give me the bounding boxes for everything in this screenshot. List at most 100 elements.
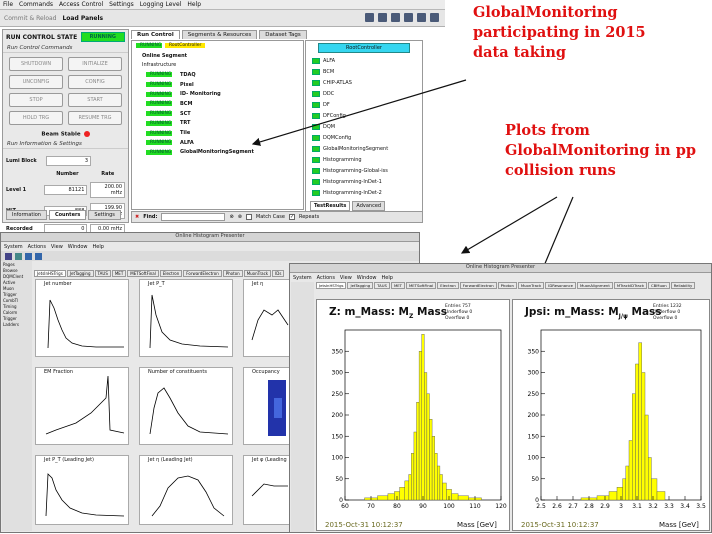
y-tick-label: 300 bbox=[528, 370, 540, 377]
ohp1-tab[interactable]: Photon bbox=[222, 270, 243, 277]
histogram-bar bbox=[431, 436, 435, 501]
plot-curve bbox=[149, 294, 229, 349]
ohp2-tab[interactable]: ForwardElectron bbox=[459, 282, 497, 289]
x-tick-label: 60 bbox=[341, 503, 349, 510]
ohp1-tab[interactable]: MuonTrack bbox=[243, 270, 272, 277]
plot-title: Jet η (Leading Jet) bbox=[148, 457, 193, 463]
ohp2-menu-help[interactable]: Help bbox=[382, 275, 393, 281]
plot-jet-pt-leading[interactable]: Jet P_T (Leading Jet) bbox=[35, 455, 129, 525]
ohp2-tab[interactable]: TAUS bbox=[374, 282, 390, 289]
x-tick-label: 3 bbox=[619, 503, 623, 510]
y-tick-label: 350 bbox=[332, 348, 344, 355]
ohp1-tab[interactable]: JetTagging bbox=[66, 270, 94, 277]
x-tick-label: 3.1 bbox=[632, 503, 642, 510]
ohp2-tabs: JetsInHSTrigs JetTagging TAUS MET METSoftFin… bbox=[316, 282, 706, 289]
ohp2-tab[interactable]: Electron bbox=[437, 282, 459, 289]
plot-curve bbox=[151, 475, 225, 517]
plot-title: Jpsi: m_Mass: MJ/ψ Mass bbox=[525, 306, 662, 320]
histogram-bar bbox=[631, 393, 636, 501]
histogram-bar bbox=[656, 491, 666, 501]
ohp2-tab[interactable]: JetsInHSTrigs bbox=[316, 282, 347, 289]
ohp2-tab[interactable]: MuonAlignment bbox=[576, 282, 613, 289]
plot-jpsi-mass[interactable]: Jpsi: m_Mass: MJ/ψ Mass Entries 1232 Unde… bbox=[512, 299, 710, 531]
plot-z-mass[interactable]: Z: m_Mass: MZ Mass Entries 757 Underflow … bbox=[316, 299, 510, 531]
ohp2-tab[interactable]: MuonTrack bbox=[517, 282, 545, 289]
plot-title: Jet P_T (Leading Jet) bbox=[44, 457, 95, 463]
plot-jet-pt[interactable]: Jet P_T bbox=[139, 279, 233, 357]
side-item[interactable]: Ladders bbox=[3, 322, 31, 328]
plot-frame bbox=[540, 329, 702, 501]
histogram-bar bbox=[434, 453, 438, 501]
plot-heatmap bbox=[268, 380, 286, 436]
arrow-to-segment bbox=[251, 79, 467, 146]
plot-number-of-constituents[interactable]: Number of constituents bbox=[139, 367, 233, 445]
ohp2-tab[interactable]: MTrackIDTrack bbox=[613, 282, 648, 289]
plot-title-main: Jpsi: m_Mass: M bbox=[525, 306, 619, 318]
y-tick-label: 250 bbox=[332, 391, 344, 398]
ohp2-menu-system[interactable]: System bbox=[293, 275, 312, 281]
histogram-bar bbox=[442, 482, 447, 501]
ohp1-tab[interactable]: TAUS bbox=[94, 270, 111, 277]
ohp2-tab[interactable]: IDResonance bbox=[545, 282, 576, 289]
plot-title: EM Fraction bbox=[44, 369, 74, 375]
histogram-bar bbox=[418, 351, 422, 501]
x-tick-label: 2.8 bbox=[584, 503, 594, 510]
ohp2-tab[interactable]: JetTagging bbox=[347, 282, 374, 289]
plot-title-suffix: Mass bbox=[417, 306, 448, 318]
ohp2-menu-actions[interactable]: Actions bbox=[317, 275, 335, 281]
ohp1-tool-icon[interactable] bbox=[15, 252, 22, 260]
ohp1-tab[interactable]: MET bbox=[111, 270, 127, 277]
x-tick-label: 3.2 bbox=[648, 503, 658, 510]
ohp1-menu-window[interactable]: Window bbox=[68, 244, 88, 250]
histogram-bar bbox=[426, 393, 430, 501]
ohp1-tab[interactable]: Electron bbox=[159, 270, 183, 277]
z-histogram: 60 70 80 90 100 110 120 0 50 100 150 200 250 300 350 bbox=[332, 329, 507, 510]
x-tick-label: 90 bbox=[419, 503, 427, 510]
ohp2-tab[interactable]: Reliability bbox=[670, 282, 696, 289]
ohp2-tab[interactable]: Photon bbox=[497, 282, 517, 289]
y-tick-label: 300 bbox=[332, 370, 344, 377]
ohp2-tab[interactable]: MET bbox=[390, 282, 405, 289]
ohp1-menu-help[interactable]: Help bbox=[93, 244, 104, 250]
plot-curve bbox=[47, 299, 124, 349]
histogram-bar bbox=[404, 480, 409, 501]
ohp1-tab[interactable]: JetsInHSTrigs bbox=[34, 270, 66, 277]
ohp1-tab[interactable]: METSoftFinal bbox=[127, 270, 159, 277]
ohp1-tool-icon[interactable] bbox=[5, 252, 12, 260]
histogram-bar bbox=[399, 487, 405, 501]
ohp1-tool-icon[interactable] bbox=[25, 252, 32, 260]
ohp2-menu-view[interactable]: View bbox=[340, 275, 352, 281]
x-tick-label: 70 bbox=[367, 503, 375, 510]
plot-jet-number[interactable]: Jet number bbox=[35, 279, 129, 357]
ohp2-menu-window[interactable]: Window bbox=[357, 275, 377, 281]
plot-occupancy[interactable]: Occupancy bbox=[243, 367, 293, 445]
plot-curve bbox=[45, 473, 125, 517]
ohp2-tab[interactable]: CBMuon bbox=[648, 282, 670, 289]
plot-jet-phi-leading[interactable]: Jet φ (Leading bbox=[243, 455, 293, 525]
histogram-bar bbox=[647, 457, 652, 501]
stat-overflow: Overflow 0 bbox=[653, 316, 678, 321]
ohp1-menu-view[interactable]: View bbox=[51, 244, 63, 250]
y-tick-label: 0 bbox=[339, 497, 343, 504]
histogram-bar bbox=[457, 495, 469, 501]
histogram-bar bbox=[644, 414, 649, 501]
y-tick-label: 50 bbox=[335, 476, 343, 483]
ohp1-tab[interactable]: ForwardElectron bbox=[183, 270, 222, 277]
y-tick-label: 0 bbox=[535, 497, 539, 504]
jpsi-histogram: 2.5 2.6 2.7 2.8 2.9 3 3.1 3.2 3.3 3.4 3.5 0 50 100 150… bbox=[528, 329, 706, 510]
plot-title: Jet η bbox=[252, 281, 264, 287]
plot-title: Occupancy bbox=[252, 369, 280, 375]
ohp2-tab[interactable]: METSoftFinal bbox=[405, 282, 437, 289]
plot-jet-eta[interactable]: Jet η bbox=[243, 279, 293, 357]
histogram-bar bbox=[641, 372, 646, 501]
y-tick-label: 200 bbox=[332, 412, 344, 419]
plot-title: Jet P_T bbox=[148, 281, 165, 287]
plot-em-fraction[interactable]: EM Fraction bbox=[35, 367, 129, 445]
ohp1-tool-icon[interactable] bbox=[35, 252, 42, 260]
histogram-bar bbox=[596, 495, 610, 501]
y-tick-label: 50 bbox=[531, 476, 539, 483]
plot-jet-eta-leading[interactable]: Jet η (Leading Jet) bbox=[139, 455, 233, 525]
ohp1-menu-actions[interactable]: Actions bbox=[28, 244, 46, 250]
ohp1-menu-system[interactable]: System bbox=[4, 244, 23, 250]
ohp1-tab[interactable]: IDs bbox=[272, 270, 285, 277]
